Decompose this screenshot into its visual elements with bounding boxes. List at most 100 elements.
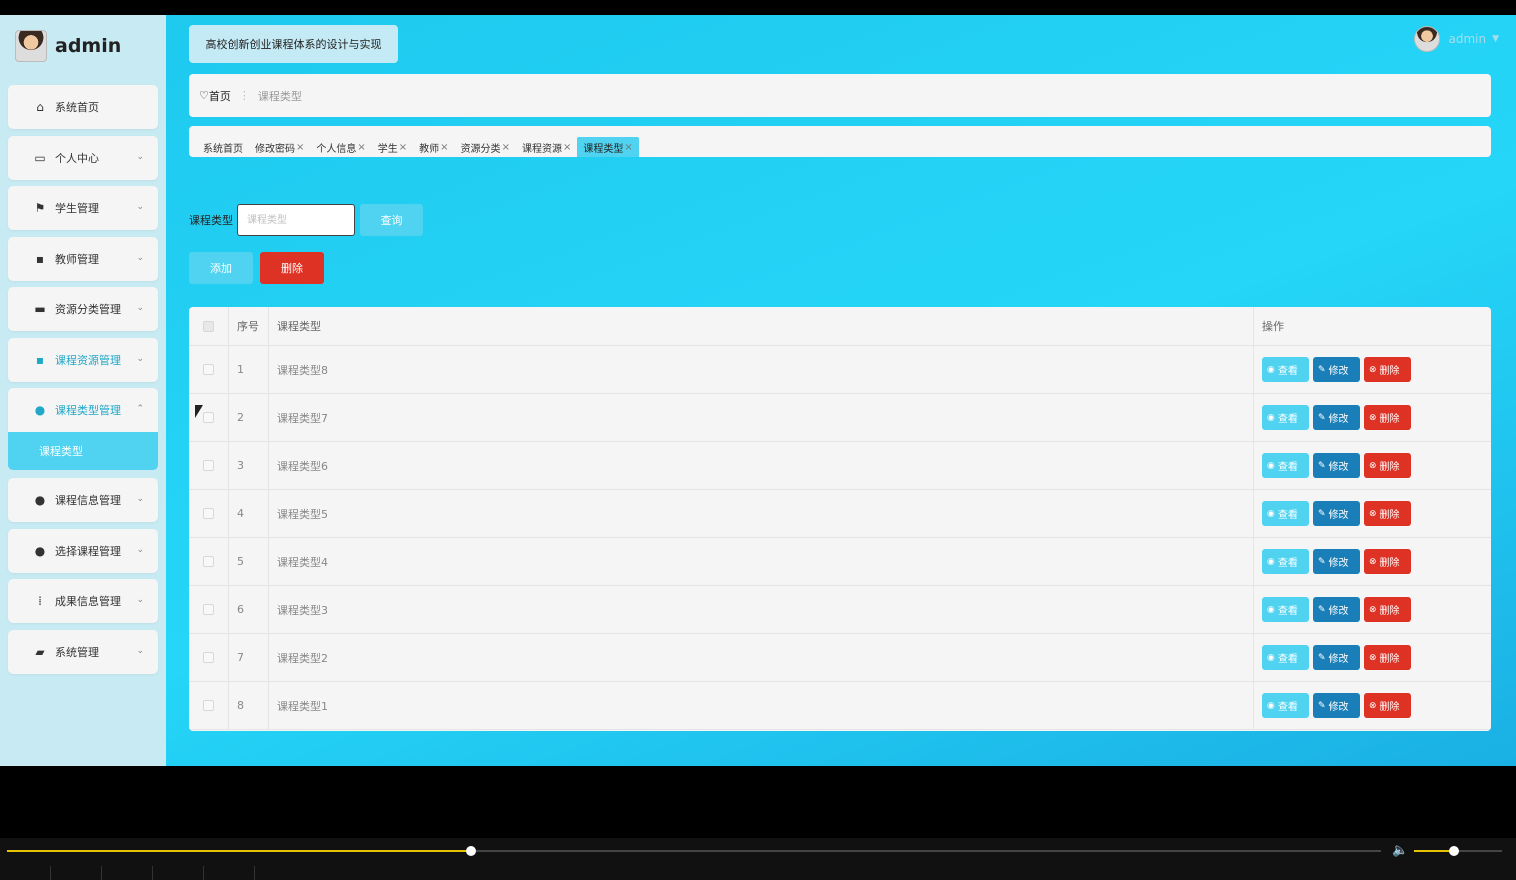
delete-button[interactable]: ⊗ 删除: [1364, 501, 1411, 526]
edit-button[interactable]: ✎ 修改: [1313, 357, 1360, 382]
row-checkbox[interactable]: [203, 700, 214, 711]
pencil-icon: ✎: [1318, 604, 1326, 615]
view-button[interactable]: ◉ 查看: [1262, 693, 1309, 718]
volume-handle[interactable]: [1448, 846, 1459, 856]
edit-button[interactable]: ✎ 修改: [1313, 453, 1360, 478]
delete-button[interactable]: ⊗ 删除: [1364, 693, 1411, 718]
edit-label: 修改: [1328, 702, 1349, 713]
view-label: 查看: [1277, 462, 1298, 473]
close-icon[interactable]: ×: [563, 142, 571, 153]
sidebar-item-teachers[interactable]: ▪ 教师管理 ⌄: [8, 237, 158, 281]
tab-label: 个人信息: [316, 143, 357, 155]
sidebar-item-achievements[interactable]: ⁞ 成果信息管理 ⌄: [8, 579, 158, 623]
breadcrumb-home[interactable]: ♡ 首页: [199, 88, 231, 104]
tab-change-password[interactable]: 修改密码 ×: [249, 137, 310, 157]
pencil-icon: ✎: [1318, 556, 1326, 567]
system-title: 高校创新创业课程体系的设计与实现: [189, 25, 398, 63]
row-actions: ◉ 查看 ✎ 修改 ⊗ 删除: [1254, 490, 1491, 537]
row-checkbox[interactable]: [203, 460, 214, 471]
search-input[interactable]: [237, 204, 355, 236]
view-button[interactable]: ◉ 查看: [1262, 501, 1309, 526]
close-icon[interactable]: ×: [357, 142, 365, 153]
delete-button[interactable]: ⊗ 删除: [1364, 357, 1411, 382]
pencil-icon: ✎: [1318, 412, 1326, 423]
delete-button[interactable]: ⊗ 删除: [1364, 549, 1411, 574]
view-button[interactable]: ◉ 查看: [1262, 597, 1309, 622]
tab-label: 课程资源: [521, 143, 562, 155]
search-button[interactable]: 查询: [360, 204, 423, 236]
view-button[interactable]: ◉ 查看: [1262, 645, 1309, 670]
row-checkbox[interactable]: [203, 364, 214, 375]
edit-button[interactable]: ✎ 修改: [1313, 645, 1360, 670]
row-checkbox[interactable]: [203, 556, 214, 567]
edit-button[interactable]: ✎ 修改: [1313, 597, 1360, 622]
view-button[interactable]: ◉ 查看: [1262, 453, 1309, 478]
user-icon: ●: [34, 493, 46, 507]
delete-label: 删除: [1379, 414, 1400, 425]
tab-label: 资源分类: [460, 143, 501, 155]
bulk-delete-button[interactable]: 删除: [260, 252, 324, 284]
tab-home[interactable]: 系统首页: [197, 137, 249, 157]
chevron-down-icon: ⌄: [136, 354, 144, 364]
row-actions: ◉ 查看 ✎ 修改 ⊗ 删除: [1254, 586, 1491, 633]
delete-button[interactable]: ⊗ 删除: [1364, 405, 1411, 430]
close-icon[interactable]: ×: [502, 142, 510, 153]
tab-personal-info[interactable]: 个人信息 ×: [310, 137, 371, 157]
column-header-name: 课程类型: [269, 307, 1254, 345]
eye-icon: ◉: [1267, 412, 1275, 423]
delete-button[interactable]: ⊗ 删除: [1364, 453, 1411, 478]
sidebar-item-course-info[interactable]: ● 课程信息管理 ⌄: [8, 478, 158, 522]
sidebar-item-system[interactable]: ▰ 系统管理 ⌄: [8, 630, 158, 674]
close-icon[interactable]: ×: [624, 142, 632, 153]
view-button[interactable]: ◉ 查看: [1262, 405, 1309, 430]
row-checkbox[interactable]: [203, 604, 214, 615]
grid-icon: ▪: [35, 252, 45, 266]
sidebar-item-label: 课程信息管理: [55, 494, 121, 507]
delete-label: 删除: [1379, 462, 1400, 473]
sidebar-item-course-resources[interactable]: ▪ 课程资源管理 ⌄: [8, 338, 158, 382]
edit-button[interactable]: ✎ 修改: [1313, 693, 1360, 718]
ticket-icon: ▰: [35, 645, 45, 659]
row-number: 5: [229, 538, 269, 585]
add-button[interactable]: 添加: [189, 252, 253, 284]
close-icon[interactable]: ×: [296, 142, 304, 153]
volume-icon[interactable]: 🔈: [1392, 843, 1408, 858]
sidebar-item-course-selection[interactable]: ● 选择课程管理 ⌄: [8, 529, 158, 573]
row-checkbox[interactable]: [203, 652, 214, 663]
edit-button[interactable]: ✎ 修改: [1313, 405, 1360, 430]
thumbnail-slot: [51, 866, 102, 880]
sidebar-item-students[interactable]: ⚑ 学生管理 ⌄: [8, 186, 158, 230]
edit-button[interactable]: ✎ 修改: [1313, 501, 1360, 526]
close-icon[interactable]: ×: [440, 142, 448, 153]
tab-students[interactable]: 学生 ×: [372, 137, 413, 157]
tab-course-resources[interactable]: 课程资源 ×: [516, 137, 577, 157]
thumbnail-slot: [102, 866, 153, 880]
mouse-cursor: [195, 405, 203, 418]
sidebar-item-course-types[interactable]: ● 课程类型管理 ⌃: [8, 388, 158, 432]
column-header-no: 序号: [229, 307, 269, 345]
tab-resource-categories[interactable]: 资源分类 ×: [455, 137, 516, 157]
tab-course-types[interactable]: 课程类型 ×: [577, 137, 639, 157]
delete-button[interactable]: ⊗ 删除: [1364, 597, 1411, 622]
edit-label: 修改: [1328, 558, 1349, 569]
edit-button[interactable]: ✎ 修改: [1313, 549, 1360, 574]
row-number: 2: [229, 394, 269, 441]
close-icon[interactable]: ×: [399, 142, 407, 153]
sidebar-item-profile[interactable]: ▭ 个人中心 ⌄: [8, 136, 158, 180]
row-checkbox[interactable]: [203, 412, 214, 423]
tab-teachers[interactable]: 教师 ×: [413, 137, 454, 157]
sidebar-item-resource-categories[interactable]: ▬ 资源分类管理 ⌄: [8, 287, 158, 331]
sidebar-item-home[interactable]: ⌂ 系统首页: [8, 85, 158, 129]
row-checkbox[interactable]: [203, 508, 214, 519]
row-checkbox-cell: [189, 442, 229, 489]
sidebar-subitem-course-type[interactable]: 课程类型: [8, 432, 158, 470]
close-circle-icon: ⊗: [1369, 604, 1377, 615]
briefcase-icon: ▬: [34, 302, 46, 316]
eye-icon: ◉: [1267, 652, 1275, 663]
delete-button[interactable]: ⊗ 删除: [1364, 645, 1411, 670]
select-all-checkbox[interactable]: [203, 320, 214, 332]
user-menu[interactable]: admin ▼: [1414, 26, 1499, 52]
view-button[interactable]: ◉ 查看: [1262, 549, 1309, 574]
seek-handle[interactable]: [466, 846, 477, 856]
view-button[interactable]: ◉ 查看: [1262, 357, 1309, 382]
